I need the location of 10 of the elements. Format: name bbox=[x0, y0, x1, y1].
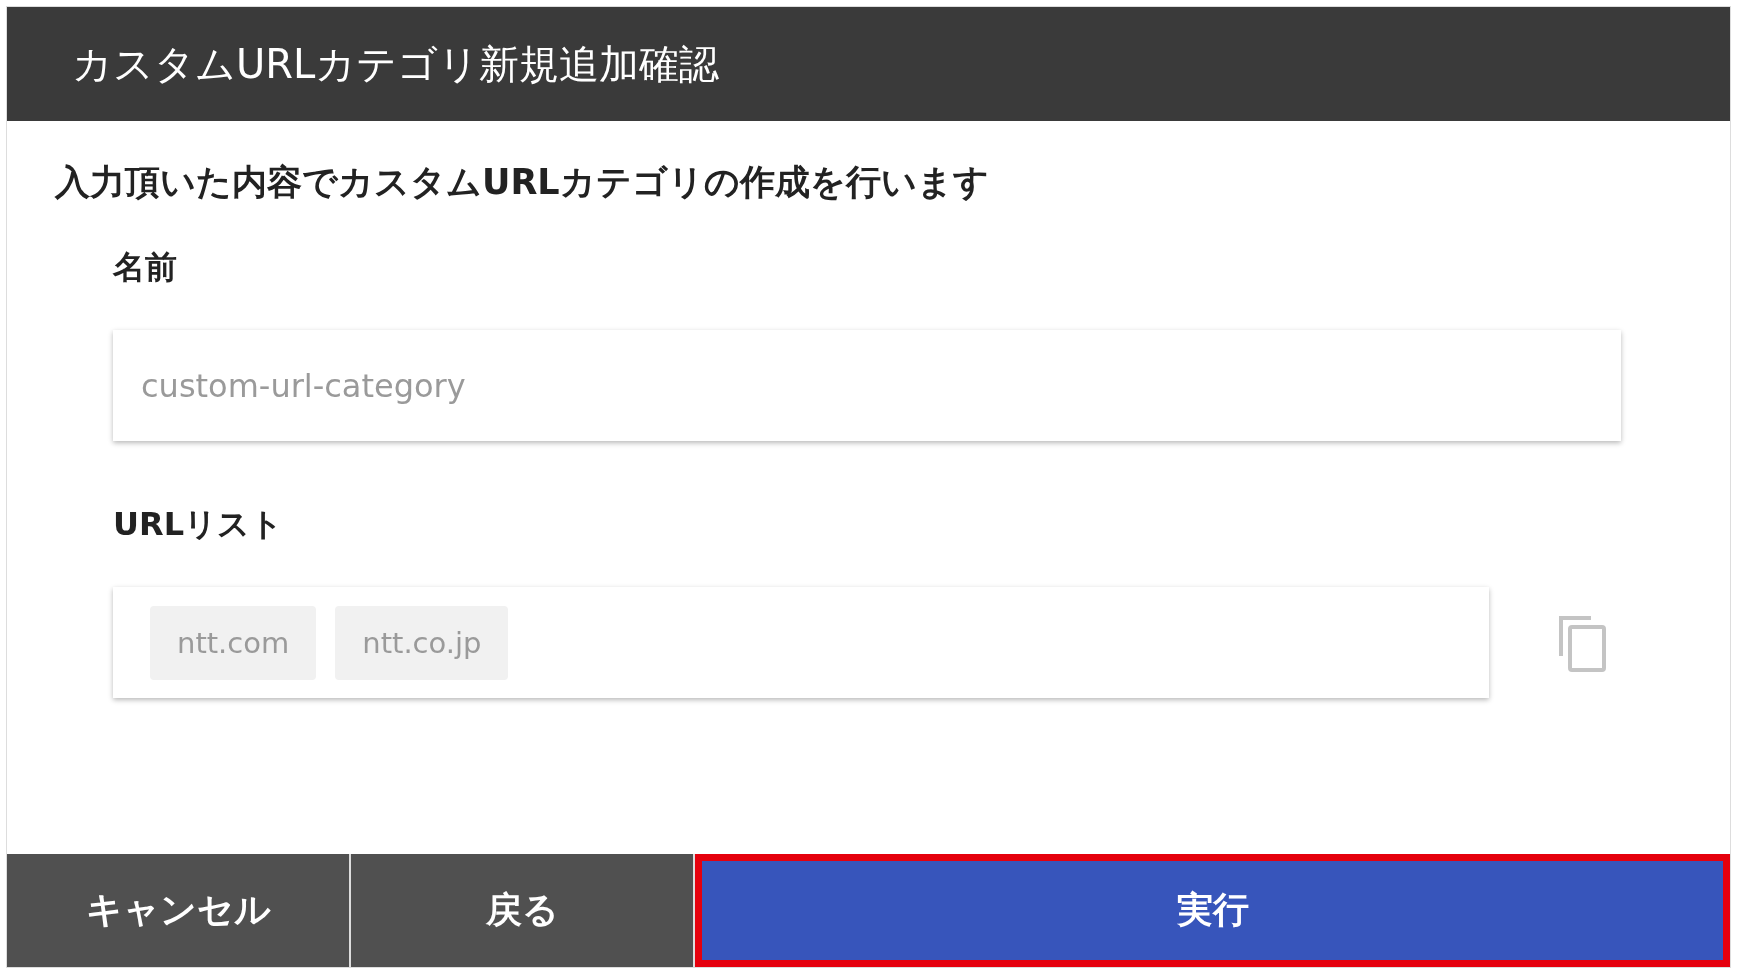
footer-button[interactable]: キャンセル bbox=[7, 854, 351, 967]
field-label: 名前 bbox=[113, 247, 178, 288]
confirmation-message: 入力頂いた内容でカスタムURLカテゴリの作成を行います bbox=[55, 161, 990, 204]
url-chip: ntt.com bbox=[150, 605, 317, 680]
execute-button[interactable]: 実行 bbox=[695, 854, 1730, 967]
footer-button[interactable]: 戻る bbox=[351, 854, 695, 967]
field-label: URLリスト bbox=[113, 504, 284, 545]
dialog-title: カスタムURLカテゴリ新規追加確認 bbox=[72, 39, 720, 89]
copy-icon[interactable] bbox=[1557, 613, 1607, 672]
url-chip: ntt.co.jp bbox=[335, 605, 509, 680]
